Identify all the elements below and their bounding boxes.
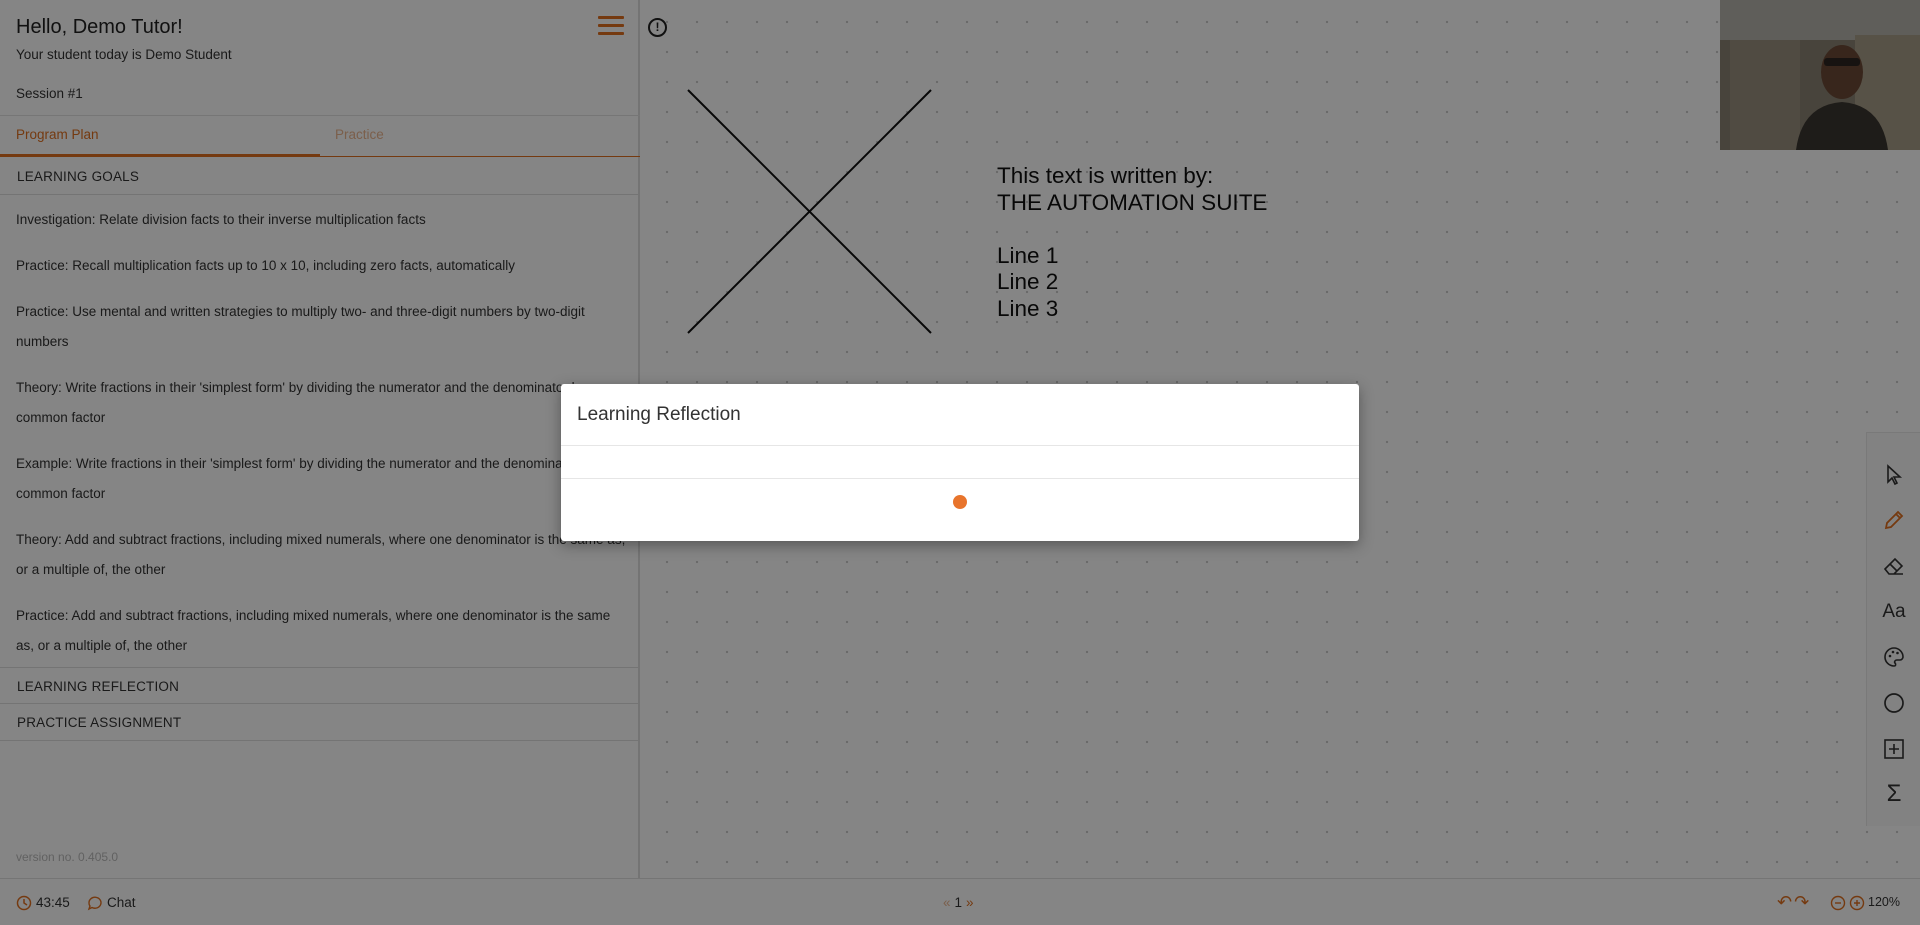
modal-divider <box>561 445 1359 446</box>
modal-divider <box>561 478 1359 479</box>
loading-spinner <box>953 495 967 509</box>
modal-title: Learning Reflection <box>577 404 741 425</box>
learning-reflection-modal: Learning Reflection <box>561 384 1359 541</box>
